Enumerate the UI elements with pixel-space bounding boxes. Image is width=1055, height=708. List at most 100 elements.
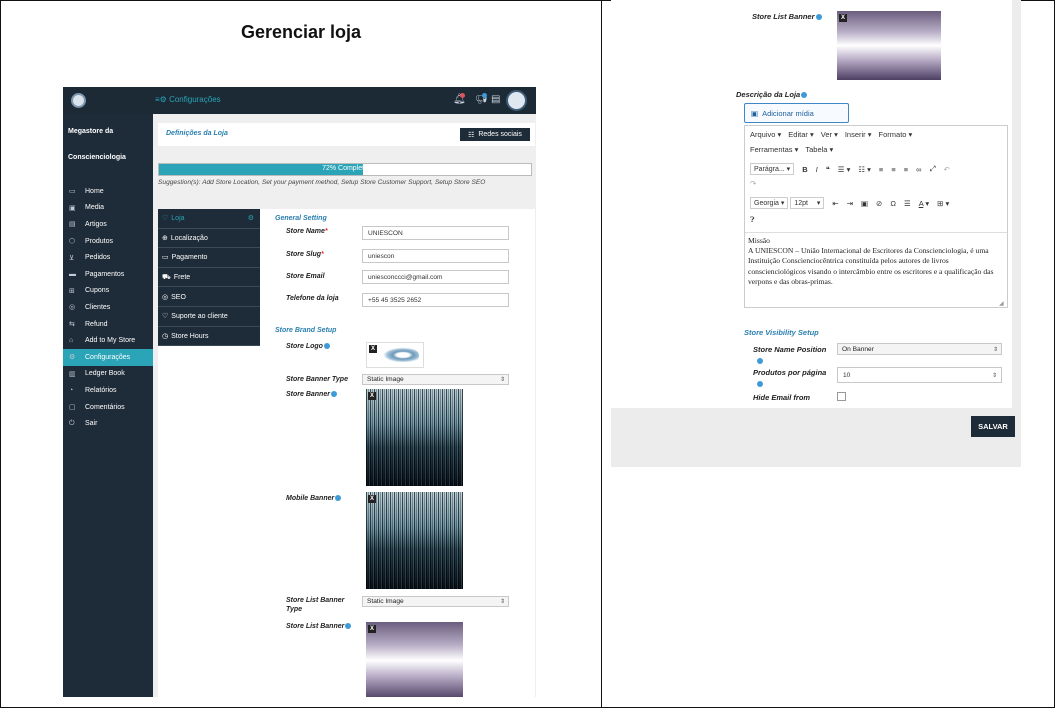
sidebar-item-configura-es[interactable]: ⚙ Configurações [63, 348, 153, 366]
banner-type-label: Store Banner Type [286, 376, 348, 383]
settings-form-card: Store List Banner X Descrição da Loja ▣ … [611, 0, 1012, 408]
hr-icon[interactable]: ☰ [904, 199, 911, 208]
link-icon[interactable]: ∞ [916, 165, 921, 174]
clear-format-icon[interactable]: ⊘ [876, 199, 882, 208]
font-size-select[interactable]: 12pt ▾ [790, 197, 825, 209]
info-icon[interactable] [323, 343, 330, 350]
store-name-label: Store Name* [286, 228, 328, 235]
info-icon[interactable] [757, 381, 763, 387]
close-icon[interactable]: X [368, 392, 376, 400]
bullet-list-icon[interactable]: ☰ ▾ [838, 165, 851, 174]
store-banner-preview[interactable]: X [366, 389, 463, 486]
logo-icon[interactable] [71, 93, 86, 108]
sidebar-item-relat-rios[interactable]: ◔ Relatórios [63, 382, 153, 399]
info-icon[interactable] [757, 358, 763, 364]
save-button[interactable]: SALVAR [971, 416, 1015, 437]
stepper-icon[interactable]: ⇕ [992, 372, 997, 379]
subnav-item-label: Suporte ao cliente [171, 313, 228, 321]
close-icon[interactable]: X [369, 345, 377, 353]
banner-type-select[interactable]: Static Image ⇕ [362, 374, 509, 385]
phone-input[interactable]: +55 45 3525 2652 [362, 293, 509, 307]
redo-icon[interactable]: ↷ [750, 179, 756, 188]
subnav-item-suporte-ao-cliente[interactable]: ♡ Suporte ao cliente [158, 306, 260, 327]
sidebar-item-sair[interactable]: ⏻ Sair [63, 415, 153, 432]
close-icon[interactable]: X [368, 495, 376, 503]
name-position-select[interactable]: On Banner ⇕ [837, 343, 1002, 355]
editor-menu-item[interactable]: Ver ▾ [821, 130, 838, 139]
store-name[interactable]: Megastore da Conscienciologia [68, 119, 152, 171]
editor-menu-item[interactable]: Editar ▾ [788, 130, 813, 139]
editor-menu-item[interactable]: Inserir ▾ [845, 130, 872, 139]
subnav-item-pagamento[interactable]: ▭ Pagamento [158, 248, 260, 268]
sidebar-item-ledger-book[interactable]: ▥ Ledger Book [63, 366, 153, 383]
sidebar-item-clientes[interactable]: ◎ Clientes [63, 299, 153, 316]
subnav-item-localiza-o[interactable]: ⊕ Localização [158, 228, 260, 249]
mobile-banner-preview[interactable]: X [366, 492, 463, 589]
editor-menu-item[interactable]: Tabela ▾ [805, 145, 833, 154]
info-icon[interactable] [801, 92, 808, 99]
special-char-icon[interactable]: Ω [890, 199, 896, 208]
info-icon[interactable] [345, 623, 352, 630]
font-family-select[interactable]: Georgia ▾ [750, 197, 789, 209]
list-banner-preview[interactable]: X [837, 11, 941, 80]
store-name-input[interactable]: UNIESCON [362, 226, 509, 240]
paste-icon[interactable]: ▣ [861, 199, 868, 208]
store-slug-input[interactable]: uniescon [362, 249, 509, 263]
sidebar-item-refund[interactable]: ⇆ Refund [63, 316, 153, 333]
subnav-item-seo[interactable]: ◎ SEO [158, 287, 260, 307]
editor-menu-item[interactable]: Formato ▾ [879, 130, 913, 139]
text-color-icon[interactable]: A ▾ [919, 199, 929, 208]
sidebar-item-pagamentos[interactable]: ▬ Pagamentos [63, 266, 153, 283]
resize-handle-icon[interactable]: ◢ [999, 300, 1004, 307]
info-icon[interactable] [330, 391, 337, 398]
sidebar-item-cupons[interactable]: ⊞ Cupons [63, 283, 153, 300]
editor-menu-item[interactable]: Ferramentas ▾ [750, 145, 798, 154]
store-email-input[interactable]: uniesconccci@gmail.com [362, 270, 509, 284]
italic-icon[interactable]: I [816, 165, 818, 174]
subnav-item-frete[interactable]: ⛟ Frete [158, 267, 260, 288]
banner-image [366, 389, 463, 486]
editor-menu-item[interactable]: Arquivo ▾ [750, 130, 781, 139]
outdent-icon[interactable]: ⇥ [847, 199, 853, 208]
topbar-config-link[interactable]: ≡⚙ Configurações [155, 95, 221, 104]
numbered-list-icon[interactable]: ☷ ▾ [858, 165, 871, 174]
subnav-item-loja[interactable]: ♡ Loja ⚙ [158, 209, 260, 229]
sidebar-item-pedidos[interactable]: ⊻ Pedidos [63, 249, 153, 266]
sidebar-item-artigos[interactable]: ▤ Artigos [63, 216, 153, 233]
align-right-icon[interactable]: ≡ [904, 165, 908, 174]
help-icon[interactable]: ❓︎ [750, 215, 755, 225]
bold-icon[interactable]: B [802, 165, 807, 174]
paragraph-select[interactable]: Parágra... ▾ [750, 163, 795, 175]
info-icon[interactable] [335, 495, 342, 502]
clock-icon: ◷ [162, 332, 169, 340]
indent-icon[interactable]: ⇤ [832, 199, 838, 208]
undo-icon[interactable]: ↶ [943, 165, 949, 174]
hide-email-checkbox[interactable] [837, 392, 846, 401]
sidebar-item-label: Add to My Store [85, 337, 136, 345]
sidebar-item-produtos[interactable]: ⬡ Produtos [63, 233, 153, 250]
subnav-item-store-hours[interactable]: ◷ Store Hours [158, 326, 260, 347]
description-editor[interactable]: Arquivo ▾ Editar ▾ Ver ▾ Inserir ▾ Formato ▾… [744, 125, 1008, 308]
fullscreen-icon[interactable]: ⤢ [929, 164, 935, 174]
align-center-icon[interactable]: ≡ [891, 165, 895, 174]
list-banner-preview[interactable]: X [366, 622, 463, 697]
close-icon[interactable]: X [368, 625, 376, 633]
blockquote-icon[interactable]: ❝ [826, 165, 830, 174]
avatar[interactable] [506, 90, 527, 111]
info-icon[interactable] [815, 14, 822, 21]
visibility-setup-title: Store Visibility Setup [744, 328, 819, 337]
per-page-input[interactable]: 10 ⇕ [837, 367, 1002, 383]
list-banner-type-select[interactable]: Static Image ⇕ [362, 596, 509, 607]
sidebar-item-coment-rios[interactable]: ▢ Comentários [63, 399, 153, 416]
inquiry-icon[interactable]: ▤ [491, 94, 500, 105]
align-left-icon[interactable]: ≡ [879, 165, 883, 174]
store-logo-preview[interactable]: X [366, 342, 424, 368]
sidebar-item-home[interactable]: ▭ Home [63, 183, 153, 200]
sidebar-item-add-to-my-store[interactable]: ⌂ Add to My Store [63, 332, 153, 349]
table-icon[interactable]: ⊞ ▾ [937, 199, 949, 208]
social-networks-button[interactable]: ☷ Redes sociais [460, 128, 530, 141]
close-icon[interactable]: X [839, 14, 847, 22]
sidebar-item-media[interactable]: ▣ Media [63, 200, 153, 217]
editor-content[interactable]: Missão A UNIESCON – União Internacional … [748, 236, 1003, 287]
add-media-button[interactable]: ▣ Adicionar mídia [744, 103, 849, 123]
